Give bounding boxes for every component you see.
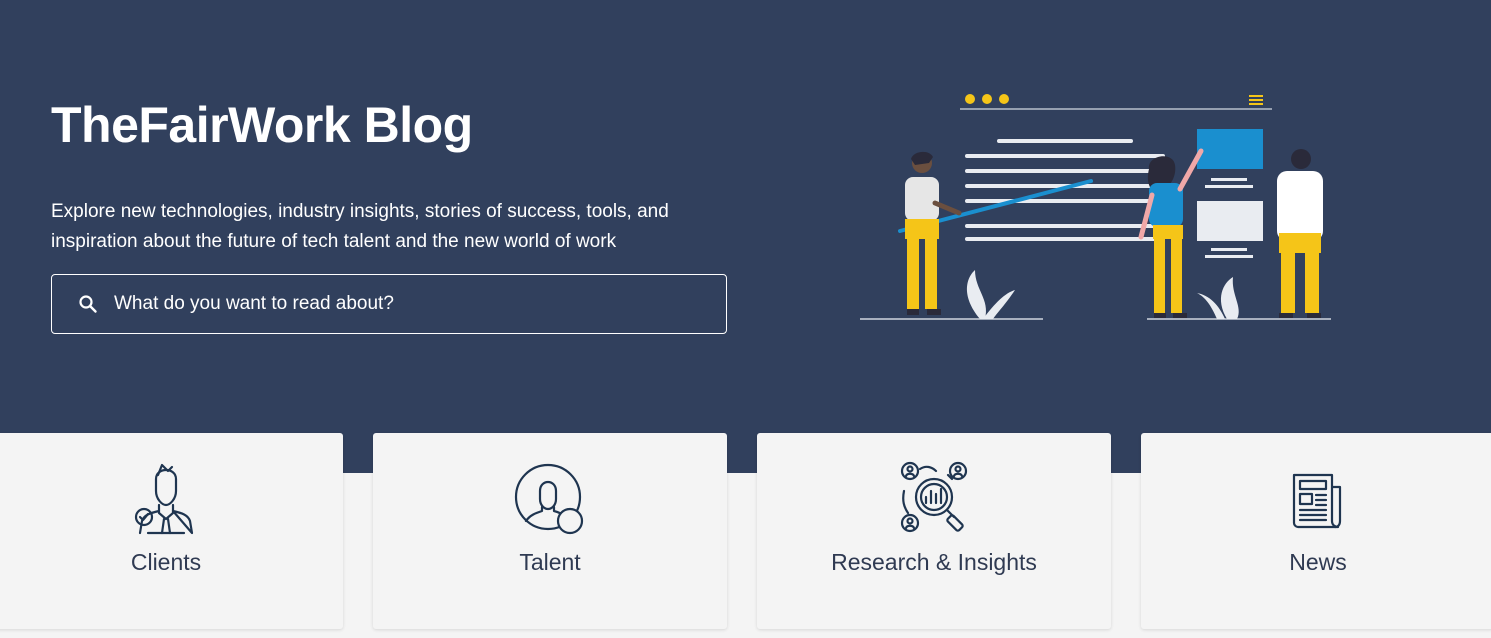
search-icon xyxy=(78,294,98,314)
category-card-clients[interactable]: Clients xyxy=(0,433,343,629)
search-input[interactable]: What do you want to read about? xyxy=(51,274,727,334)
category-card-research-insights[interactable]: Research & Insights xyxy=(757,433,1111,629)
search-placeholder: What do you want to read about? xyxy=(114,293,394,314)
category-label: Talent xyxy=(519,549,581,575)
category-card-talent[interactable]: Talent xyxy=(373,433,727,629)
hero-section: TheFairWork Blog Explore new technologie… xyxy=(0,0,1491,473)
category-label: Clients xyxy=(130,549,202,575)
research-icon xyxy=(900,461,968,533)
page-title: TheFairWork Blog xyxy=(51,97,473,153)
category-cards: Clients Talent Research & Insights News xyxy=(0,433,1491,638)
category-card-news[interactable]: News xyxy=(1141,433,1491,629)
client-icon xyxy=(134,463,194,535)
category-label: News xyxy=(1289,549,1347,575)
category-label: Research & Insights xyxy=(831,549,1037,575)
talent-icon xyxy=(514,463,584,535)
news-icon xyxy=(1292,473,1342,529)
hero-subtitle: Explore new technologies, industry insig… xyxy=(51,201,669,252)
team-presentation-illustration xyxy=(860,94,1331,320)
